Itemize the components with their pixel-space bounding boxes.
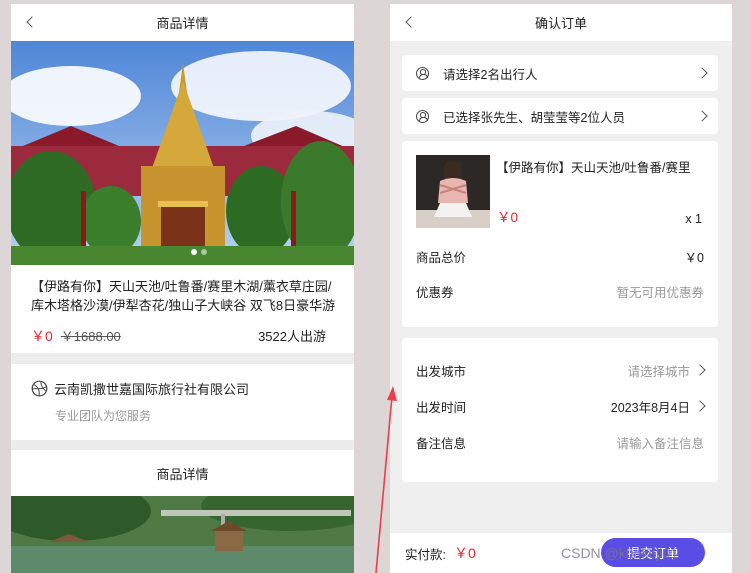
selected-travelers-row[interactable]: 已选择张先生、胡莹莹等2位人员	[402, 98, 718, 134]
globe-icon	[31, 380, 48, 397]
departure-time-row[interactable]: 出发时间 2023年8月4日	[416, 388, 706, 424]
coupon-label: 优惠券	[416, 286, 454, 300]
page-title: 确认订单	[534, 16, 587, 31]
departure-city-row[interactable]: 出发城市 请选择城市	[416, 352, 706, 388]
chevron-right-icon	[694, 400, 706, 412]
departure-time-label: 出发时间	[416, 400, 467, 415]
person-icon	[416, 66, 429, 80]
agency-card[interactable]: 云南凯撒世嘉国际旅行社有限公司 专业团队为您服务	[11, 364, 354, 440]
order-item-price: ￥0	[497, 210, 519, 225]
detail-image	[11, 496, 354, 573]
current-price: ￥0	[31, 328, 53, 344]
note-input[interactable]: 请输入备注信息	[616, 433, 704, 452]
temple-photo	[11, 41, 354, 265]
product-detail-screen: 商品详情 【伊路有你】天山天池/吐鲁番/赛里木湖/薰衣草庄园/库木塔格沙漠/伊犁…	[11, 4, 354, 573]
carousel-indicator	[191, 249, 207, 255]
chevron-right-icon	[694, 364, 706, 376]
total-price-label: 商品总价	[416, 251, 467, 265]
section-title: 商品详情	[11, 450, 354, 496]
total-price-row: 商品总价 ￥0	[416, 247, 704, 266]
back-button[interactable]	[404, 13, 418, 31]
agency-subtitle: 专业团队为您服务	[55, 409, 152, 423]
note-row: 备注信息 请输入备注信息	[416, 424, 704, 460]
lake-photo	[11, 496, 354, 573]
back-button[interactable]	[25, 13, 39, 31]
carousel-dot[interactable]	[201, 249, 207, 255]
select-travelers-card[interactable]: 请选择2名出行人	[402, 55, 718, 91]
confirm-order-screen: 确认订单 请选择2名出行人 已选择张先生、胡莹莹等2位人员 【伊路有你】天山天池…	[390, 4, 732, 573]
product-image-carousel[interactable]	[11, 41, 354, 265]
price-row: ￥0 ￥1688.00 3522人出游	[31, 326, 326, 346]
order-summary-card: 【伊路有你】天山天池/吐鲁番/赛里 ￥0 x 1 商品总价 ￥0 优惠券 暂无可…	[402, 141, 718, 327]
watermark: CSDN @kunkeji01	[561, 545, 678, 561]
select-travelers-label: 请选择2名出行人	[443, 67, 538, 82]
page-title: 商品详情	[156, 16, 209, 31]
coupon-value: 暂无可用优惠券	[616, 286, 704, 300]
agency-name: 云南凯撒世嘉国际旅行社有限公司	[54, 382, 250, 397]
chevron-right-icon	[696, 110, 708, 122]
pay-label: 实付款:	[405, 547, 446, 562]
top-nav-bar: 确认订单	[390, 4, 732, 41]
departure-time-value: 2023年8月4日	[610, 400, 690, 415]
selected-travelers-card[interactable]: 已选择张先生、胡莹莹等2位人员	[402, 98, 718, 134]
chevron-left-icon	[26, 16, 38, 28]
departure-city-value: 请选择城市	[627, 364, 690, 379]
trip-count: 3522人出游	[258, 329, 326, 344]
order-item: 【伊路有你】天山天池/吐鲁番/赛里 ￥0 x 1	[416, 155, 704, 228]
carousel-dot[interactable]	[191, 249, 197, 255]
product-thumbnail	[416, 155, 490, 228]
product-info-card: 【伊路有你】天山天池/吐鲁番/赛里木湖/薰衣草庄园/库木塔格沙漠/伊犁杏花/独山…	[11, 265, 354, 353]
order-item-quantity: x 1	[685, 212, 702, 226]
pay-amount: ￥0	[453, 545, 476, 561]
order-item-title: 【伊路有你】天山天池/吐鲁番/赛里	[496, 161, 691, 175]
departure-city-label: 出发城市	[416, 364, 467, 379]
select-travelers-row[interactable]: 请选择2名出行人	[402, 55, 718, 91]
selected-travelers-label: 已选择张先生、胡莹莹等2位人员	[443, 110, 625, 125]
chevron-right-icon	[696, 67, 708, 79]
chevron-left-icon	[405, 16, 417, 28]
person-icon	[416, 109, 429, 123]
note-label: 备注信息	[416, 436, 467, 451]
original-price: ￥1688.00	[60, 329, 121, 344]
total-price-value: ￥0	[684, 251, 704, 265]
annotation-arrow	[375, 386, 397, 573]
trip-info-card: 出发城市 请选择城市 出发时间 2023年8月4日 备注信息 请输入备注信息	[402, 338, 718, 482]
product-title: 【伊路有你】天山天池/吐鲁番/赛里木湖/薰衣草庄园/库木塔格沙漠/伊犁杏花/独山…	[31, 279, 336, 313]
coupon-row[interactable]: 优惠券 暂无可用优惠券	[416, 282, 704, 301]
top-nav-bar: 商品详情	[11, 4, 354, 41]
